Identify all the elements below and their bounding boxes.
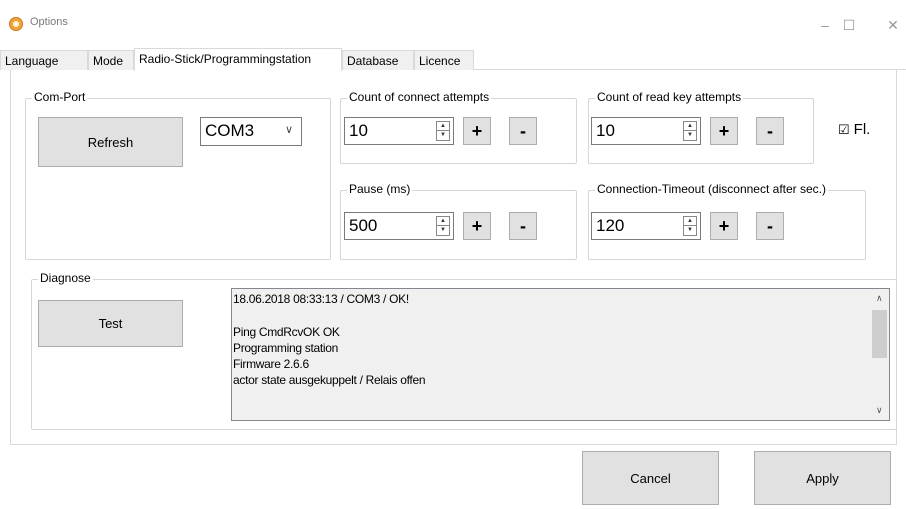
refresh-button[interactable]: Refresh [38, 117, 183, 167]
connect-attempts-spinner[interactable]: ▲ ▼ [436, 121, 450, 141]
log-line: Programming station [233, 341, 339, 355]
spin-up-icon[interactable]: ▲ [684, 122, 696, 131]
tab-language[interactable]: Language [0, 50, 88, 70]
log-line: Ping CmdRcvOK OK [233, 325, 340, 339]
diagnose-log[interactable]: 18.06.2018 08:33:13 / COM3 / OK! Ping Cm… [231, 288, 890, 421]
scroll-up-icon[interactable]: ∧ [876, 293, 883, 304]
diagnose-legend: Diagnose [38, 271, 93, 285]
pause-value: 500 [349, 216, 378, 235]
spin-down-icon[interactable]: ▼ [684, 226, 696, 235]
pause-spinner[interactable]: ▲ ▼ [436, 216, 450, 236]
log-line: 18.06.2018 08:33:13 / COM3 / OK! [233, 292, 409, 306]
maximize-icon: ☐ [842, 16, 856, 33]
read-key-attempts-input[interactable]: 10 ▲ ▼ [591, 117, 701, 145]
spin-down-icon[interactable]: ▼ [684, 131, 696, 140]
tab-licence[interactable]: Licence [414, 50, 474, 70]
connect-attempts-minus-button[interactable]: - [509, 117, 537, 145]
connection-timeout-legend: Connection-Timeout (disconnect after sec… [595, 182, 828, 196]
chevron-down-icon: ∨ [284, 124, 293, 136]
pause-input[interactable]: 500 ▲ ▼ [344, 212, 454, 240]
tab-strip: Language Mode Radio-Stick/Programmingsta… [0, 48, 906, 71]
read-key-attempts-value: 10 [596, 121, 615, 140]
fl-checkbox-label: Fl. [853, 121, 871, 138]
connection-timeout-spinner[interactable]: ▲ ▼ [683, 216, 697, 236]
spin-up-icon[interactable]: ▲ [684, 217, 696, 226]
com-port-value: COM3 [205, 121, 255, 140]
connect-attempts-plus-button[interactable]: + [463, 117, 491, 145]
read-key-attempts-legend: Count of read key attempts [595, 90, 744, 104]
app-logo-icon [9, 17, 23, 31]
log-scrollbar[interactable]: ∧ ∨ [871, 290, 888, 419]
log-line: actor state ausgekuppelt / Relais offen [233, 373, 426, 387]
connect-attempts-input[interactable]: 10 ▲ ▼ [344, 117, 454, 145]
connection-timeout-value: 120 [596, 216, 625, 235]
window-title: Options [30, 16, 68, 28]
maximize-button[interactable]: ☐ [826, 10, 872, 40]
spin-up-icon[interactable]: ▲ [437, 217, 449, 226]
apply-label: Apply [806, 470, 839, 486]
connect-attempts-value: 10 [349, 121, 368, 140]
fl-checkbox[interactable]: ☑ Fl. [838, 121, 870, 138]
title-bar: Options – ☐ ✕ [0, 0, 906, 44]
connect-attempts-legend: Count of connect attempts [347, 90, 492, 104]
read-key-attempts-plus-button[interactable]: + [710, 117, 738, 145]
com-port-legend: Com-Port [32, 90, 88, 104]
read-key-attempts-minus-button[interactable]: - [756, 117, 784, 145]
cancel-button[interactable]: Cancel [582, 451, 719, 505]
test-button[interactable]: Test [38, 300, 183, 347]
test-label: Test [98, 316, 123, 331]
read-key-attempts-spinner[interactable]: ▲ ▼ [683, 121, 697, 141]
pause-legend: Pause (ms) [347, 182, 413, 196]
checkbox-checked-icon[interactable]: ☑ [838, 122, 850, 138]
com-port-select[interactable]: COM3 ∨ [200, 117, 302, 146]
scroll-thumb[interactable] [872, 310, 887, 358]
connection-timeout-input[interactable]: 120 ▲ ▼ [591, 212, 701, 240]
connection-timeout-plus-button[interactable]: + [710, 212, 738, 240]
cancel-label: Cancel [630, 470, 671, 486]
apply-button[interactable]: Apply [754, 451, 891, 505]
connection-timeout-minus-button[interactable]: - [756, 212, 784, 240]
close-button[interactable]: ✕ [870, 10, 906, 40]
close-icon: ✕ [887, 16, 899, 33]
pause-minus-button[interactable]: - [509, 212, 537, 240]
tab-mode[interactable]: Mode [88, 50, 134, 70]
spin-down-icon[interactable]: ▼ [437, 226, 449, 235]
spin-down-icon[interactable]: ▼ [437, 131, 449, 140]
log-line: Firmware 2.6.6 [233, 357, 309, 371]
spin-up-icon[interactable]: ▲ [437, 122, 449, 131]
tab-database[interactable]: Database [342, 50, 414, 70]
tab-radio-stick[interactable]: Radio-Stick/Programmingstation [134, 48, 342, 71]
scroll-down-icon[interactable]: ∨ [876, 405, 883, 416]
refresh-label: Refresh [87, 134, 134, 150]
pause-plus-button[interactable]: + [463, 212, 491, 240]
